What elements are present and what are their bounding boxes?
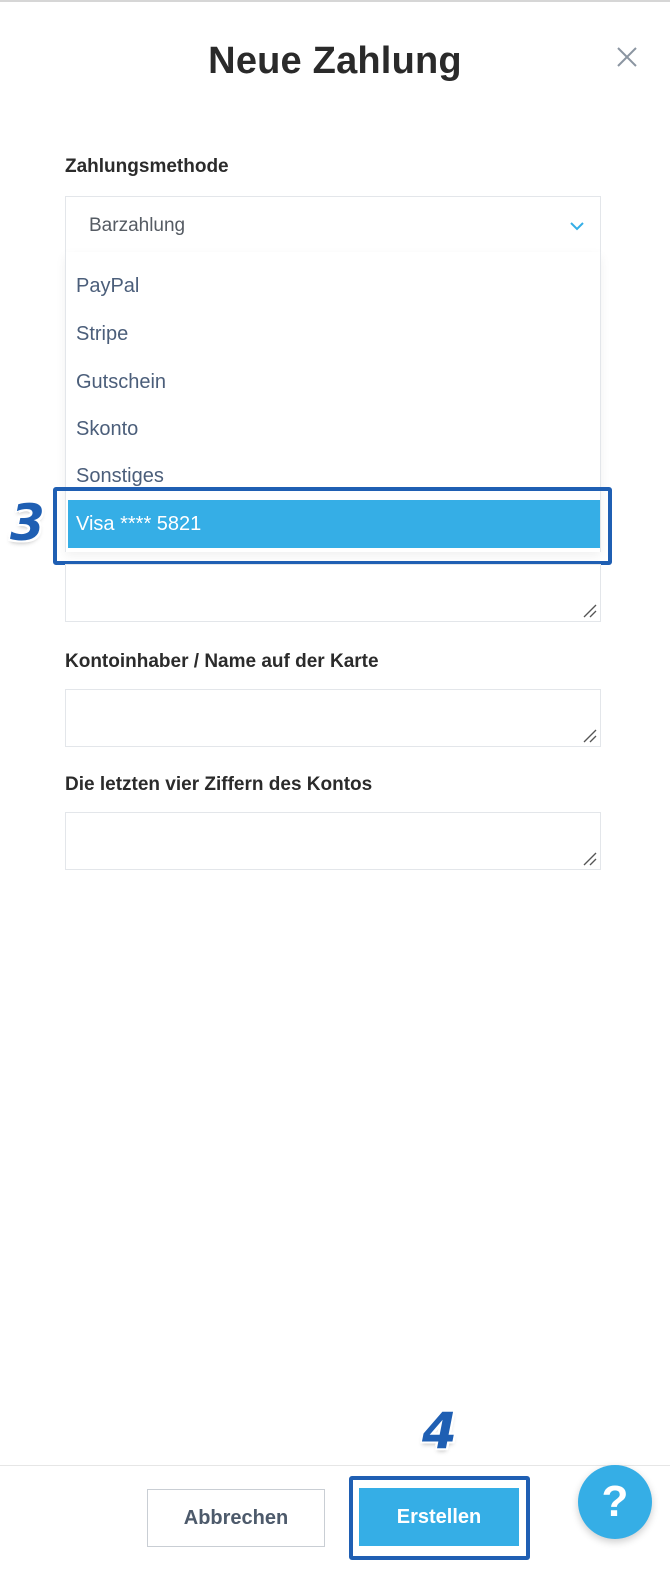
dropdown-option-gutschein[interactable]: Gutschein <box>66 358 600 406</box>
dropdown-option-paypal[interactable]: PayPal <box>66 262 600 310</box>
account-holder-label: Kontoinhaber / Name auf der Karte <box>65 651 379 672</box>
close-icon <box>617 47 637 67</box>
account-holder-textarea[interactable] <box>65 689 601 747</box>
help-button[interactable]: ? <box>578 1465 652 1539</box>
close-button[interactable] <box>612 42 642 72</box>
payment-method-label: Zahlungsmethode <box>65 156 229 177</box>
annotation-step-4: 4 <box>422 1402 457 1460</box>
dialog-title: Neue Zahlung <box>208 40 462 82</box>
annotation-step-3: 3 <box>10 494 45 552</box>
dropdown-option-stripe[interactable]: Stripe <box>66 310 600 358</box>
payment-method-selected-value: Barzahlung <box>89 215 186 236</box>
chevron-down-icon <box>570 222 584 231</box>
dropdown-option-skonto[interactable]: Skonto <box>66 405 600 453</box>
dropdown-option-visa[interactable]: Visa **** 5821 <box>68 500 600 548</box>
payment-method-dropdown: PayPal Stripe Gutschein Skonto Sonstiges… <box>65 252 601 552</box>
hidden-field-textarea[interactable] <box>65 564 601 622</box>
cancel-button[interactable]: Abbrechen <box>147 1489 325 1547</box>
help-icon: ? <box>601 1477 629 1526</box>
create-button[interactable]: Erstellen <box>359 1488 519 1546</box>
resize-handle-icon[interactable] <box>581 850 597 866</box>
last-four-label: Die letzten vier Ziffern des Kontos <box>65 774 373 795</box>
resize-handle-icon[interactable] <box>581 602 597 618</box>
top-divider <box>0 0 670 2</box>
payment-method-select[interactable]: Barzahlung <box>65 196 601 254</box>
last-four-textarea[interactable] <box>65 812 601 870</box>
dropdown-option-sonstiges[interactable]: Sonstiges <box>66 452 600 500</box>
resize-handle-icon[interactable] <box>581 727 597 743</box>
footer-divider <box>0 1465 670 1466</box>
